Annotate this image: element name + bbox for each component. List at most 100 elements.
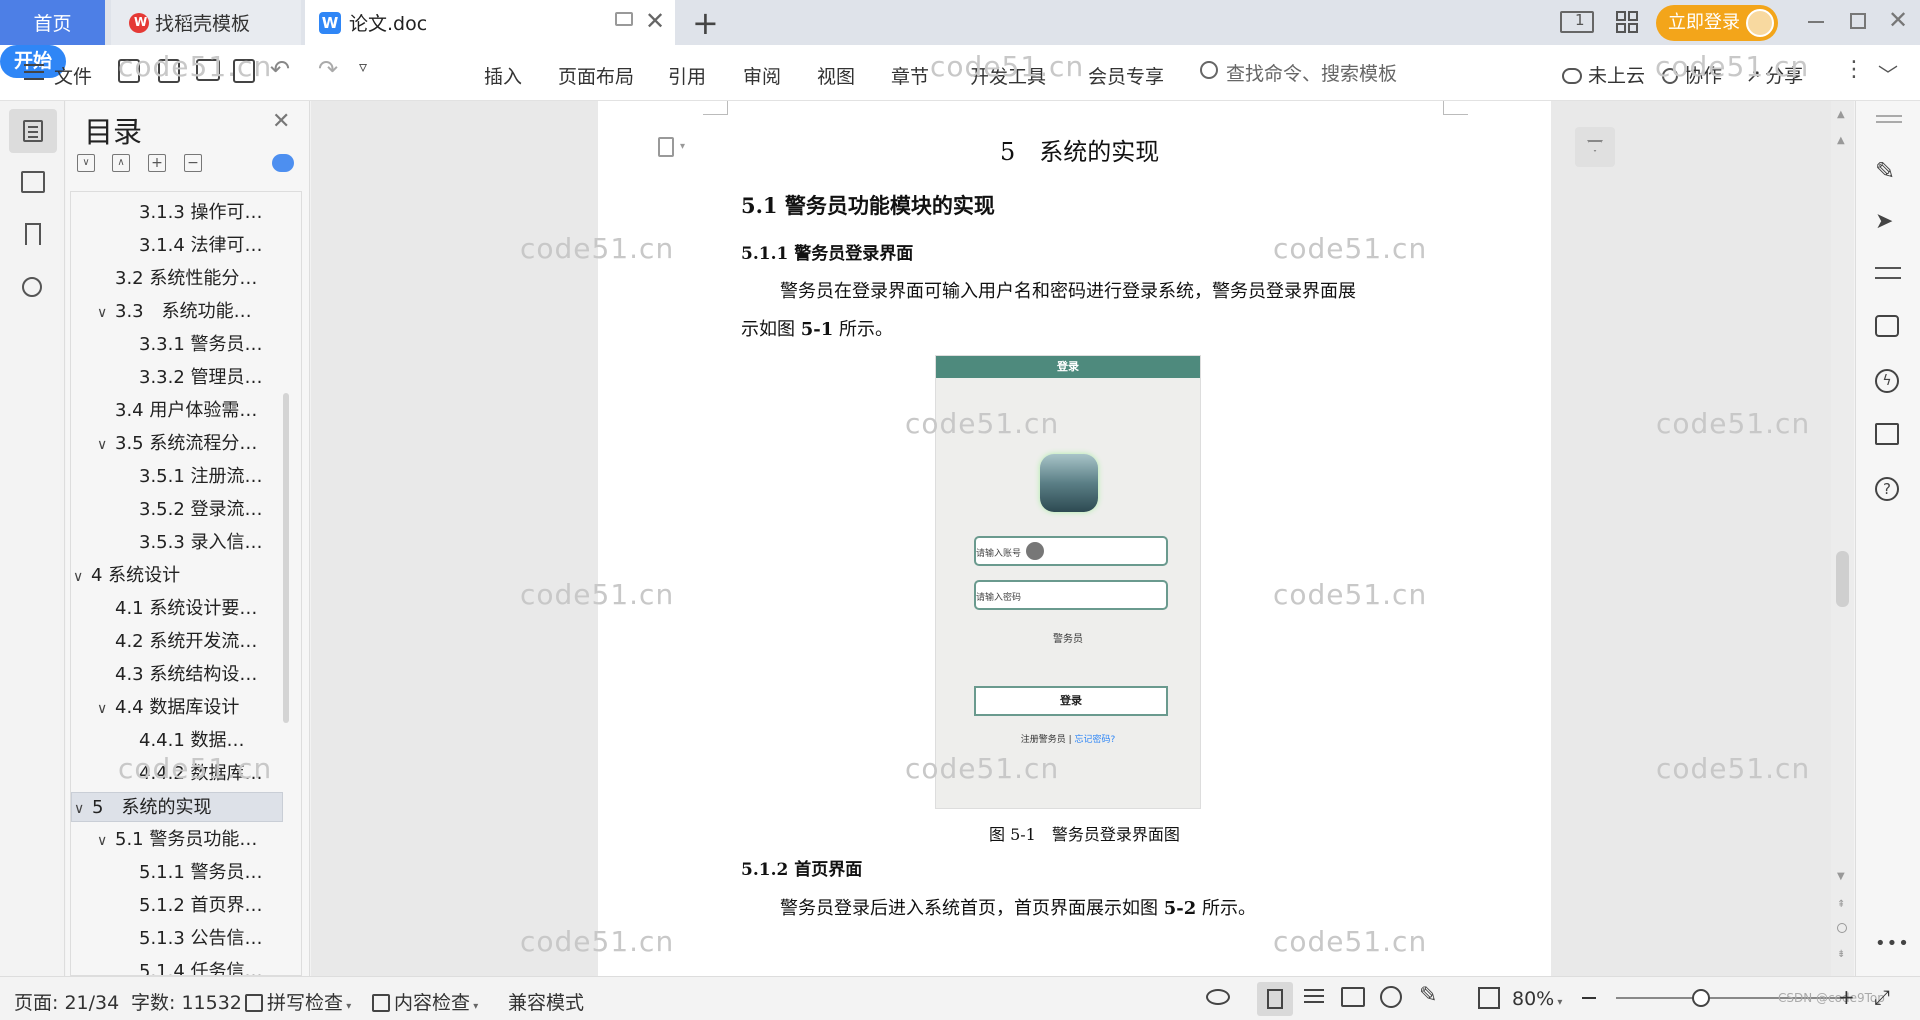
restore-icon[interactable]	[1850, 13, 1866, 29]
bookmark-icon[interactable]	[25, 223, 41, 245]
remove-heading-icon[interactable]: −	[184, 154, 202, 172]
pointer-icon[interactable]: ➤	[1875, 209, 1893, 234]
navigation-icon[interactable]	[21, 171, 45, 193]
chevron-down-icon[interactable]: ∨	[97, 826, 107, 856]
chevron-down-icon[interactable]: ∨	[97, 430, 107, 460]
redo-icon[interactable]: ↷	[318, 55, 338, 83]
toc-item[interactable]: 3.5.2 登录流…	[71, 495, 283, 525]
grid-apps-icon[interactable]	[1616, 11, 1638, 33]
write-mode-icon[interactable]: ✎	[1419, 983, 1437, 1008]
toc-item[interactable]: ∨ 4 系统设计	[71, 561, 283, 591]
cloud-status[interactable]: 未上云	[1562, 61, 1645, 88]
smart-toc-icon[interactable]	[272, 154, 294, 172]
toc-item[interactable]: ∨ 5 系统的实现	[71, 792, 283, 822]
login-button[interactable]: 立即登录	[1656, 5, 1778, 41]
picture-tool-icon[interactable]	[1875, 315, 1899, 337]
toc-item[interactable]: 3.5.1 注册流…	[71, 462, 283, 492]
prev-page-icon[interactable]: ⇞	[1837, 899, 1845, 910]
toc-item[interactable]: 3.2 系统性能分…	[71, 264, 283, 294]
eye-protection-icon[interactable]	[1206, 989, 1230, 1005]
more-options-icon[interactable]: ⋮	[1843, 57, 1865, 82]
new-tab-button[interactable]: +	[692, 4, 719, 42]
collapse-ribbon-icon[interactable]: ﹀	[1878, 59, 1898, 88]
content-check-button[interactable]: 内容检查 ▾	[372, 988, 478, 1015]
undo-icon[interactable]: ↶	[270, 55, 290, 83]
tab-document[interactable]: W 论文.doc ✕	[305, 0, 675, 45]
tab-template[interactable]: W 找稻壳模板	[111, 0, 301, 45]
minimize-icon[interactable]	[1808, 21, 1824, 23]
toc-item[interactable]: 4.3 系统结构设…	[71, 660, 283, 690]
toc-item[interactable]: 3.5.3 录入信…	[71, 528, 283, 558]
paragraph-menu-icon[interactable]	[658, 137, 674, 157]
page-view-icon[interactable]	[1257, 982, 1293, 1016]
menu-view[interactable]: 视图	[817, 62, 855, 89]
close-tab-icon[interactable]: ✕	[645, 7, 665, 35]
web-view-icon[interactable]	[1380, 986, 1402, 1008]
toc-scrollbar[interactable]	[283, 393, 289, 723]
chevron-down-icon[interactable]: ∨	[74, 794, 84, 824]
menu-member[interactable]: 会员专享	[1088, 62, 1164, 89]
toc-item[interactable]: 3.3.2 管理员…	[71, 363, 283, 393]
toc-item[interactable]: 3.1.3 操作可…	[71, 198, 283, 228]
toc-item[interactable]: 3.3.1 警务员…	[71, 330, 283, 360]
lightning-icon[interactable]: ϟ	[1875, 369, 1899, 393]
monitor-icon[interactable]	[615, 12, 633, 26]
toc-panel-icon[interactable]	[9, 109, 57, 153]
spell-check-button[interactable]: 拼写检查 ▾	[245, 988, 351, 1015]
toc-item[interactable]: 4.1 系统设计要…	[71, 594, 283, 624]
next-page-icon[interactable]: ⇟	[1837, 949, 1845, 960]
toc-item[interactable]: ∨ 3.3 系统功能…	[71, 297, 283, 327]
zoom-level[interactable]: 80% ▾	[1512, 988, 1562, 1010]
toc-item[interactable]: 5.1.1 警务员…	[71, 858, 283, 888]
menu-review[interactable]: 审阅	[743, 62, 781, 89]
customize-dropdown-icon[interactable]: ▿	[359, 57, 367, 76]
add-heading-icon[interactable]: +	[148, 154, 166, 172]
drag-handle-icon[interactable]	[1876, 115, 1902, 117]
fullscreen-icon[interactable]: ⤢	[1874, 985, 1890, 1009]
expand-all-icon[interactable]: ∨	[77, 154, 95, 172]
word-count[interactable]: 字数: 11532	[131, 988, 242, 1015]
toc-item[interactable]: 4.2 系统开发流…	[71, 627, 283, 657]
menu-references[interactable]: 引用	[668, 62, 706, 89]
scroll-thumb[interactable]	[1836, 551, 1849, 607]
scroll-top-icon[interactable]: ▲	[1837, 109, 1845, 120]
toc-item[interactable]: ∨ 3.5 系统流程分…	[71, 429, 283, 459]
menu-insert[interactable]: 插入	[484, 62, 522, 89]
toc-item[interactable]: 5.1.4 任务信…	[71, 957, 283, 975]
filter-dropdown-icon[interactable]	[1575, 127, 1615, 167]
adjust-icon[interactable]	[1875, 267, 1901, 269]
pen-icon[interactable]: ✎	[1875, 157, 1895, 185]
menu-chapter[interactable]: 章节	[891, 62, 929, 89]
close-window-icon[interactable]: ✕	[1888, 6, 1908, 34]
zoom-in-icon[interactable]: +	[1838, 985, 1855, 1009]
scroll-down-icon[interactable]: ▼	[1837, 871, 1845, 882]
fit-page-icon[interactable]	[1478, 987, 1500, 1009]
toc-item[interactable]: 3.1.4 法律可…	[71, 231, 283, 261]
tab-home[interactable]: 首页	[0, 0, 105, 45]
vertical-scrollbar[interactable]: ▲ ▲ ▼ ⇞ ⇟	[1831, 101, 1854, 976]
scroll-up-icon[interactable]: ▲	[1837, 135, 1845, 146]
page-count[interactable]: 页面: 21/34	[14, 988, 119, 1015]
find-icon[interactable]	[22, 277, 42, 297]
layout-toggle-icon[interactable]: 1	[1560, 11, 1594, 33]
hamburger-menu-icon[interactable]	[24, 64, 44, 80]
menu-page-layout[interactable]: 页面布局	[558, 62, 634, 89]
chevron-down-icon[interactable]: ∨	[73, 562, 83, 592]
toc-item[interactable]: 5.1.3 公告信…	[71, 924, 283, 954]
more-tools-icon[interactable]: •••	[1875, 933, 1910, 954]
search-command-field[interactable]: 查找命令、搜索模板	[1200, 59, 1400, 87]
toc-item[interactable]: 5.1.2 首页界…	[71, 891, 283, 921]
toc-item[interactable]: ∨ 4.4 数据库设计	[71, 693, 283, 723]
select-browse-icon[interactable]	[1837, 923, 1847, 933]
help-icon[interactable]: ?	[1875, 477, 1899, 501]
file-menu[interactable]: 文件	[54, 62, 92, 89]
outline-view-icon[interactable]	[1304, 989, 1324, 991]
zoom-slider-thumb[interactable]	[1692, 989, 1710, 1007]
close-toc-icon[interactable]: ✕	[272, 109, 290, 134]
chevron-down-icon[interactable]: ∨	[97, 298, 107, 328]
chevron-down-icon[interactable]: ∨	[97, 694, 107, 724]
toc-item[interactable]: ∨ 5.1 警务员功能…	[71, 825, 283, 855]
collapse-all-icon[interactable]: ∧	[112, 154, 130, 172]
read-view-icon[interactable]	[1341, 987, 1365, 1007]
toc-item[interactable]: 3.4 用户体验需…	[71, 396, 283, 426]
